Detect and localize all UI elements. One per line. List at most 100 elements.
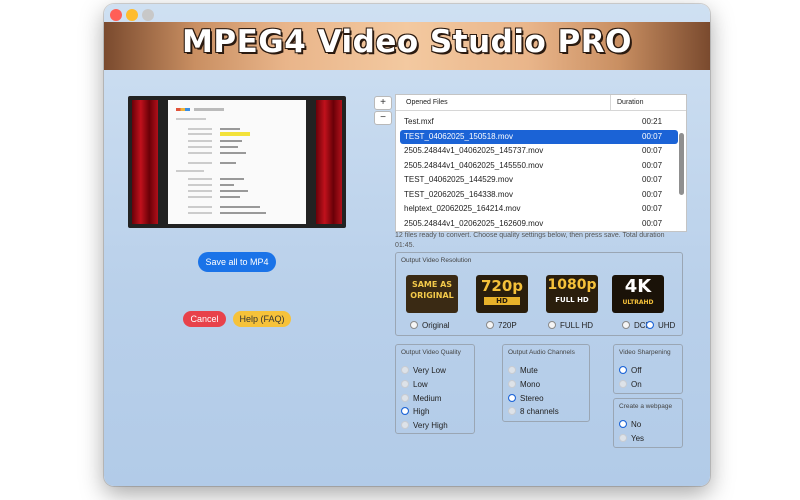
radio-button-icon[interactable]: [619, 366, 627, 374]
file-name: helptext_02062025_164214.mov: [404, 204, 521, 213]
table-row[interactable]: TEST_04062025_144529.mov 00:07: [396, 173, 686, 188]
zoom-window-icon[interactable]: [142, 9, 154, 21]
radio-button-icon[interactable]: [619, 434, 627, 442]
radio-button-icon[interactable]: [410, 321, 418, 329]
status-text: 12 files ready to convert. Choose qualit…: [395, 232, 665, 249]
1080p-full-hd-badge-icon: 1080p FULL HD: [546, 275, 598, 313]
quality-option-very-low[interactable]: Very Low: [401, 365, 446, 376]
quality-label: Output Video Quality: [401, 349, 461, 356]
remove-file-button[interactable]: −: [374, 111, 392, 125]
option-label: Original: [422, 321, 450, 330]
option-label: Yes: [631, 434, 645, 443]
radio-button-icon[interactable]: [646, 321, 654, 329]
option-label: 8 channels: [520, 407, 559, 416]
file-duration: 00:07: [642, 189, 663, 199]
file-duration: 00:07: [642, 218, 663, 228]
file-name: 2505.24844v1_02062025_162609.mov: [404, 218, 544, 228]
radio-button-icon[interactable]: [508, 407, 516, 415]
save-all-button[interactable]: Save all to MP4: [198, 252, 276, 272]
file-name: 2505.24844v1_04062025_145550.mov: [404, 160, 544, 170]
radio-button-icon[interactable]: [486, 321, 494, 329]
file-duration: 00:07: [642, 160, 663, 170]
radio-button-icon[interactable]: [401, 366, 409, 374]
option-label: On: [631, 380, 642, 389]
option-label: UHD: [658, 321, 676, 330]
option-label: 720P: [498, 321, 517, 330]
quality-option-very-high[interactable]: Very High: [401, 420, 448, 431]
radio-button-icon[interactable]: [508, 366, 516, 374]
help-faq-button[interactable]: Help (FAQ): [233, 311, 291, 327]
radio-button-icon[interactable]: [401, 394, 409, 402]
sharpening-option-on[interactable]: On: [619, 379, 642, 390]
column-header-duration[interactable]: Duration: [610, 95, 677, 110]
table-row[interactable]: 2505.24844v1_04062025_145550.mov 00:07: [396, 159, 686, 174]
radio-button-icon[interactable]: [508, 380, 516, 388]
option-label: Low: [413, 380, 428, 389]
table-row[interactable]: Test.mxf 00:21: [396, 115, 686, 130]
audio-option-8-channels[interactable]: 8 channels: [508, 406, 559, 417]
webpage-group: Create a webpage No Yes: [613, 398, 683, 448]
opened-files-table[interactable]: Opened Files Duration Test.mxf 00:21 TEST_…: [395, 94, 687, 232]
app-window: MPEG4 Video Studio PRO Save all to MP4 C…: [104, 4, 710, 486]
option-label: High: [413, 407, 430, 416]
radio-button-icon[interactable]: [508, 394, 516, 402]
file-duration: 00:07: [642, 204, 663, 213]
cancel-button[interactable]: Cancel: [183, 311, 226, 327]
sharpening-label: Video Sharpening: [619, 349, 671, 356]
app-title: MPEG4 Video Studio PRO: [182, 24, 632, 60]
table-row[interactable]: helptext_02062025_164214.mov 00:07: [396, 202, 686, 217]
file-duration: 00:21: [642, 117, 663, 126]
option-label: Mute: [520, 366, 538, 375]
quality-group: Output Video Quality Very Low Low Medium Hi…: [395, 344, 475, 434]
quality-option-low[interactable]: Low: [401, 379, 428, 390]
sharpening-option-off[interactable]: Off: [619, 365, 642, 376]
resolution-option-dci[interactable]: DCI: [622, 320, 648, 331]
webpage-option-no[interactable]: No: [619, 419, 641, 430]
radio-button-icon[interactable]: [401, 407, 409, 415]
radio-button-icon[interactable]: [401, 421, 409, 429]
resolution-option-uhd[interactable]: UHD: [646, 320, 675, 331]
table-scrollbar[interactable]: [679, 133, 684, 195]
option-label: FULL HD: [560, 321, 594, 330]
minimize-window-icon[interactable]: [126, 9, 138, 21]
radio-button-icon[interactable]: [622, 321, 630, 329]
radio-button-icon[interactable]: [619, 380, 627, 388]
file-name: TEST_02062025_164338.mov: [404, 189, 513, 199]
radio-button-icon[interactable]: [401, 380, 409, 388]
add-file-button[interactable]: +: [374, 96, 392, 110]
audio-option-stereo[interactable]: Stereo: [508, 393, 544, 404]
resolution-option-original[interactable]: Original: [410, 320, 450, 331]
table-row[interactable]: TEST_02062025_164338.mov 00:07: [396, 188, 686, 203]
file-name: 2505.24844v1_04062025_145737.mov: [404, 146, 544, 155]
close-window-icon[interactable]: [110, 9, 122, 21]
curtain-right-image: [316, 100, 342, 224]
option-label: Mono: [520, 380, 541, 389]
audio-option-mono[interactable]: Mono: [508, 379, 540, 390]
table-row[interactable]: TEST_04062025_150518.mov 00:07: [400, 129, 678, 144]
file-name: Test.mxf: [404, 117, 434, 126]
audio-label: Output Audio Channels: [508, 349, 575, 356]
column-header-files[interactable]: Opened Files: [406, 95, 448, 110]
option-label: Stereo: [520, 394, 544, 403]
option-label: Very Low: [413, 366, 446, 375]
file-duration: 00:07: [642, 146, 663, 155]
same-as-original-badge-icon: SAME AS ORIGINAL: [406, 275, 458, 313]
table-header: Opened Files Duration: [396, 95, 686, 111]
table-row[interactable]: 2505.24844v1_02062025_162609.mov 00:07: [396, 217, 686, 232]
radio-button-icon[interactable]: [619, 420, 627, 428]
option-label: Very High: [413, 421, 448, 430]
quality-option-high[interactable]: High: [401, 406, 429, 417]
audio-group: Output Audio Channels Mute Mono Stereo 8 ch…: [502, 344, 590, 422]
resolution-option-full-hd[interactable]: FULL HD: [548, 320, 593, 331]
preview-frame-document: [168, 100, 306, 224]
file-duration: 00:07: [642, 131, 663, 141]
file-name: TEST_04062025_150518.mov: [404, 131, 513, 141]
table-row[interactable]: 2505.24844v1_04062025_145737.mov 00:07: [396, 144, 686, 159]
quality-option-medium[interactable]: Medium: [401, 393, 441, 404]
webpage-option-yes[interactable]: Yes: [619, 433, 644, 444]
option-label: Medium: [413, 394, 442, 403]
audio-option-mute[interactable]: Mute: [508, 365, 538, 376]
option-label: No: [631, 420, 642, 429]
resolution-option-720p[interactable]: 720P: [486, 320, 517, 331]
radio-button-icon[interactable]: [548, 321, 556, 329]
